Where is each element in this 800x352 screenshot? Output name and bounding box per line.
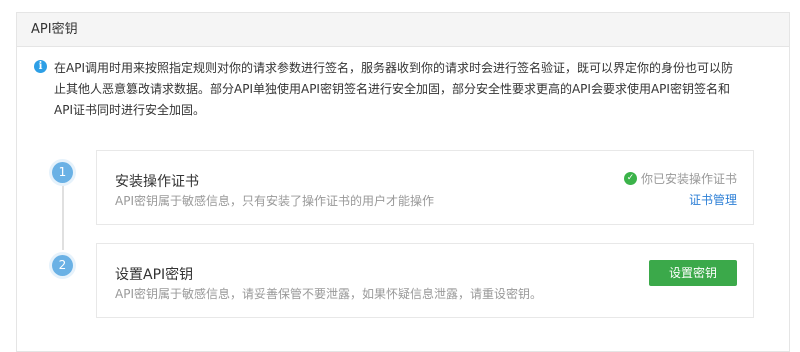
step-connector-line: [62, 185, 64, 250]
step-2-number: 2: [52, 255, 73, 276]
certificate-status-text: 你已安装操作证书: [640, 172, 737, 186]
info-notice: i 在API调用时用来按照指定规则对你的请求参数进行签名，服务器收到你的请求时会…: [34, 58, 754, 121]
set-key-button[interactable]: 设置密钥: [649, 260, 737, 286]
step-2-card: 设置API密钥 API密钥属于敏感信息，请妥善保管不要泄露，如果怀疑信息泄露，请…: [96, 243, 754, 318]
step-1-title: 安装操作证书: [115, 174, 199, 190]
step-1-number: 1: [52, 162, 73, 183]
certificate-management-link[interactable]: 证书管理: [689, 191, 737, 208]
step-2-description: API密钥属于敏感信息，请妥善保管不要泄露，如果怀疑信息泄露，请重设密钥。: [115, 287, 542, 301]
step-1-description: API密钥属于敏感信息，只有安装了操作证书的用户才能操作: [115, 194, 434, 208]
info-icon: i: [34, 60, 47, 73]
step-2-title: 设置API密钥: [115, 267, 194, 283]
certificate-status: ✓ 你已安装操作证书: [623, 170, 737, 187]
check-circle-icon: ✓: [623, 172, 637, 185]
panel-title: API密钥: [17, 13, 789, 47]
step-1-card: 安装操作证书 API密钥属于敏感信息，只有安装了操作证书的用户才能操作 ✓ 你已…: [96, 150, 754, 225]
notice-text: 在API调用时用来按照指定规则对你的请求参数进行签名，服务器收到你的请求时会进行…: [54, 61, 733, 117]
